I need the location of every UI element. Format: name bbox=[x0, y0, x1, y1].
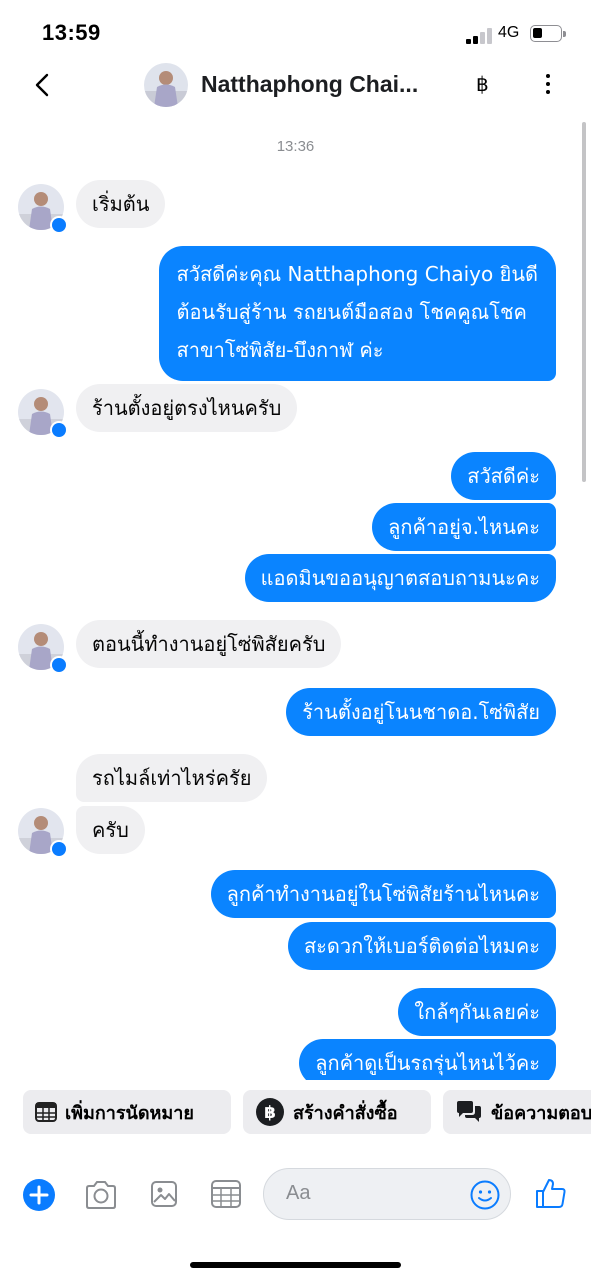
baht-coin-icon: ฿ bbox=[255, 1097, 285, 1127]
contact-name[interactable]: Natthaphong Chai... bbox=[201, 71, 418, 98]
message-input[interactable]: Aa bbox=[263, 1168, 511, 1220]
chevron-left-icon bbox=[35, 73, 49, 97]
more-options-icon[interactable] bbox=[540, 70, 556, 100]
photo-button[interactable] bbox=[150, 1180, 178, 1212]
message-bubble[interactable]: แอดมินขออนุญาตสอบถามนะคะ bbox=[244, 554, 556, 602]
camera-button[interactable] bbox=[84, 1180, 118, 1214]
emoji-icon[interactable] bbox=[470, 1180, 500, 1210]
back-button[interactable] bbox=[28, 70, 58, 100]
battery-icon bbox=[530, 25, 566, 42]
baht-button[interactable]: ฿ bbox=[476, 72, 489, 96]
message-bubble[interactable]: สะดวกให้เบอร์ติดต่อไหมคะ bbox=[287, 922, 556, 970]
svg-text:฿: ฿ bbox=[264, 1103, 276, 1123]
saved-replies-button[interactable]: ข้อความตอบกลับ bbox=[443, 1090, 591, 1134]
chat-header: Natthaphong Chai... ฿ bbox=[0, 58, 591, 114]
status-bar: 13:59 4G bbox=[0, 0, 591, 62]
home-indicator[interactable] bbox=[190, 1262, 401, 1268]
chip-label: เพิ่มการนัดหมาย bbox=[65, 1102, 194, 1124]
sender-avatar[interactable] bbox=[18, 389, 68, 439]
thumbs-up-icon bbox=[536, 1179, 566, 1208]
plus-button[interactable] bbox=[22, 1178, 56, 1216]
chat-bubbles-icon bbox=[455, 1100, 483, 1124]
message-bubble[interactable]: ใกล้ๆกันเลยค่ะ bbox=[398, 988, 556, 1036]
message-input-placeholder: Aa bbox=[286, 1182, 311, 1204]
message-bubble[interactable]: ตอนนี้ทำงานอยู่โซ่พิสัยครับ bbox=[76, 620, 342, 668]
quick-actions-bar: เพิ่มการนัดหมาย ฿ สร้างคำสั่งซื้อ ข้อควา… bbox=[0, 1090, 591, 1136]
sender-avatar[interactable] bbox=[18, 808, 68, 858]
sender-avatar[interactable] bbox=[18, 184, 68, 234]
scrollbar[interactable] bbox=[582, 122, 586, 482]
composer-bar: Aa bbox=[0, 1156, 591, 1232]
calendar-icon bbox=[35, 1102, 57, 1122]
message-bubble[interactable]: ร้านตั้งอยู่โนนชาดอ.โซ่พิสัย bbox=[286, 688, 556, 736]
plus-icon bbox=[23, 1179, 55, 1211]
calendar-button[interactable] bbox=[211, 1180, 241, 1212]
calendar-icon bbox=[211, 1180, 241, 1208]
message-bubble[interactable]: สวัสดีค่ะ bbox=[451, 452, 556, 500]
chip-label: สร้างคำสั่งซื้อ bbox=[293, 1102, 398, 1124]
message-bubble[interactable]: ร้านตั้งอยู่ตรงไหนครับ bbox=[76, 384, 298, 432]
message-bubble[interactable]: ครับ bbox=[76, 806, 145, 854]
contact-avatar[interactable] bbox=[144, 63, 188, 107]
message-list[interactable]: 13:36 เริ่มต้น สวัสดีค่ะคุณ Natthaphong … bbox=[0, 114, 591, 1080]
message-timestamp: 13:36 bbox=[276, 138, 315, 155]
messenger-badge-icon bbox=[50, 840, 68, 858]
camera-icon bbox=[86, 1181, 116, 1209]
like-button[interactable] bbox=[534, 1176, 568, 1214]
message-bubble[interactable]: รถไมล์เท่าไหร่ครัย bbox=[76, 754, 268, 802]
message-bubble[interactable]: เริ่มต้น bbox=[76, 180, 166, 228]
network-label: 4G bbox=[498, 24, 520, 41]
add-appointment-button[interactable]: เพิ่มการนัดหมาย bbox=[23, 1090, 231, 1134]
sender-avatar[interactable] bbox=[18, 624, 68, 674]
status-time: 13:59 bbox=[42, 20, 101, 45]
message-bubble[interactable]: ลูกค้าอยู่จ.ไหนคะ bbox=[372, 503, 556, 551]
message-bubble[interactable]: ลูกค้าดูเป็นรถรุ่นไหนไว้คะ bbox=[299, 1039, 556, 1080]
message-bubble[interactable]: ลูกค้าทำงานอยู่ในโซ่พิสัยร้านไหนคะ bbox=[210, 870, 556, 918]
signal-icon bbox=[466, 28, 494, 44]
image-icon bbox=[151, 1181, 177, 1207]
chip-label: ข้อความตอบกลับ bbox=[491, 1102, 591, 1124]
messenger-badge-icon bbox=[50, 656, 68, 674]
create-order-button[interactable]: ฿ สร้างคำสั่งซื้อ bbox=[243, 1090, 431, 1134]
message-bubble[interactable]: สวัสดีค่ะคุณ Natthaphong Chaiyo ยินดี ต้… bbox=[158, 246, 556, 381]
messenger-badge-icon bbox=[50, 216, 68, 234]
messenger-badge-icon bbox=[50, 421, 68, 439]
